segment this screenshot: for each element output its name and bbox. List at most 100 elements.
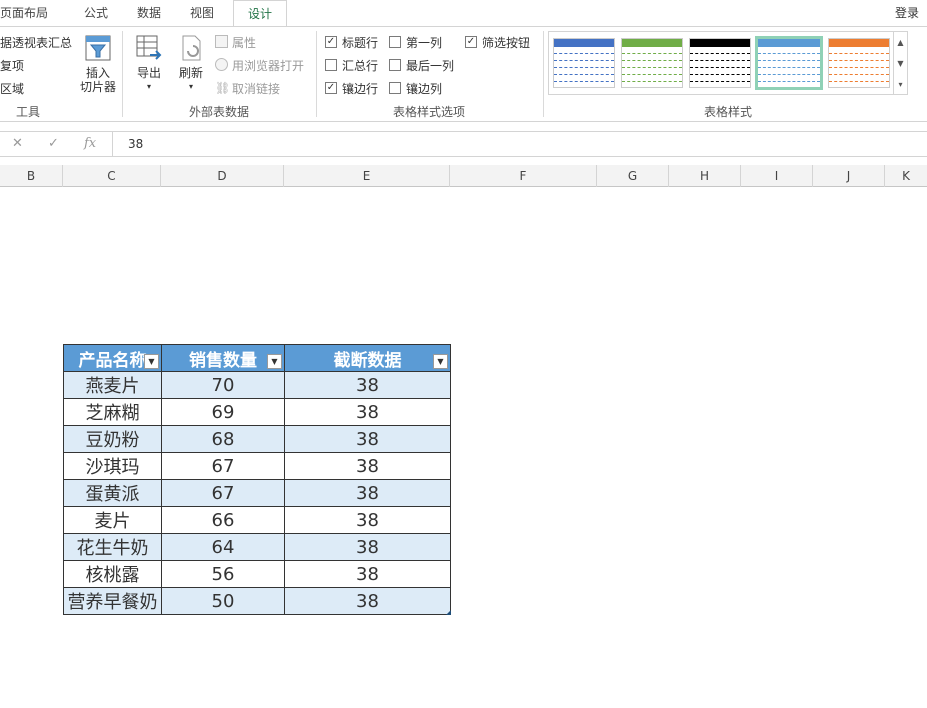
table-row: 核桃露 56 38 <box>63 560 451 588</box>
formula-input[interactable]: 38 <box>128 137 143 151</box>
table-row: 营养早餐奶 50 38 <box>63 587 451 615</box>
total-row-label: 汇总行 <box>342 59 379 73</box>
column-header-C[interactable]: C <box>63 165 161 187</box>
cancel-icon[interactable]: ✕ <box>12 136 23 151</box>
filter-dropdown-icon[interactable]: ▼ <box>267 354 282 369</box>
refresh-button[interactable]: 刷新 ▾ <box>174 33 208 94</box>
column-header-B[interactable]: B <box>0 165 63 187</box>
product-cell[interactable]: 蛋黄派 <box>63 479 162 507</box>
sales-cell[interactable]: 50 <box>161 587 285 615</box>
insert-slicer-button[interactable]: 插入 切片器 <box>78 33 118 94</box>
sales-cell[interactable]: 67 <box>161 452 285 480</box>
truncated-cell[interactable]: 38 <box>284 533 451 561</box>
product-cell[interactable]: 营养早餐奶 <box>63 587 162 615</box>
gallery-scroll-down[interactable]: ▼ <box>893 53 907 74</box>
column-header-D[interactable]: D <box>161 165 284 187</box>
enter-icon[interactable]: ✓ <box>48 136 59 151</box>
column-header-J[interactable]: J <box>813 165 885 187</box>
product-cell[interactable]: 麦片 <box>63 506 162 534</box>
truncated-cell[interactable]: 38 <box>284 398 451 426</box>
table-style-black[interactable] <box>689 38 751 88</box>
sales-cell[interactable]: 64 <box>161 533 285 561</box>
product-cell[interactable]: 豆奶粉 <box>63 425 162 453</box>
column-header-bar: B C D E F G H I J K <box>0 165 927 187</box>
column-header-E[interactable]: E <box>284 165 450 187</box>
truncated-cell[interactable]: 38 <box>284 452 451 480</box>
tab-data[interactable]: 数据 <box>137 0 161 27</box>
external-data-group-label: 外部表数据 <box>189 105 250 119</box>
total-row-checkbox[interactable] <box>325 59 337 71</box>
sales-cell[interactable]: 69 <box>161 398 285 426</box>
slicer-icon <box>85 35 111 61</box>
column-header-H[interactable]: H <box>669 165 741 187</box>
product-cell[interactable]: 芝麻糊 <box>63 398 162 426</box>
filter-dropdown-icon[interactable]: ▼ <box>144 354 159 369</box>
tab-design[interactable]: 设计 <box>233 0 288 27</box>
header-cell-product[interactable]: 产品名称 ▼ <box>63 344 162 372</box>
open-in-browser-button[interactable]: 用浏览器打开 <box>232 57 304 74</box>
truncated-cell[interactable]: 38 <box>284 560 451 588</box>
product-cell[interactable]: 花生牛奶 <box>63 533 162 561</box>
filter-button-label: 筛选按钮 <box>482 36 531 50</box>
first-column-checkbox[interactable] <box>389 36 401 48</box>
tab-view[interactable]: 视图 <box>190 0 214 27</box>
header-text: 截断数据 <box>333 350 402 371</box>
banded-rows-checkbox[interactable]: ✓ <box>325 82 337 94</box>
tab-page-layout[interactable]: 页面布局 <box>0 0 48 27</box>
unlink-button[interactable]: 取消链接 <box>232 80 280 97</box>
table-resize-handle[interactable] <box>446 610 451 615</box>
gallery-more-button[interactable]: ▾ <box>893 74 907 95</box>
gallery-scroll-up[interactable]: ▲ <box>893 32 907 53</box>
style-options-group-label: 表格样式选项 <box>393 105 466 119</box>
column-header-F[interactable]: F <box>450 165 597 187</box>
header-text: 产品名称 <box>78 350 147 371</box>
export-button[interactable]: 导出 ▾ <box>132 33 166 94</box>
column-header-G[interactable]: G <box>597 165 669 187</box>
properties-button[interactable]: 属性 <box>232 34 256 51</box>
table-style-blue[interactable] <box>553 38 615 88</box>
sales-cell[interactable]: 67 <box>161 479 285 507</box>
group-separator <box>122 31 123 117</box>
table-row: 燕麦片 70 38 <box>63 371 451 399</box>
properties-icon <box>215 35 228 48</box>
table-styles-group-label: 表格样式 <box>704 105 753 119</box>
column-header-I[interactable]: I <box>741 165 813 187</box>
truncated-cell[interactable]: 38 <box>284 371 451 399</box>
unlink-icon: ⛓ <box>215 81 231 95</box>
summarize-pivot-button[interactable]: 据透视表汇总 <box>0 34 72 51</box>
sales-cell[interactable]: 70 <box>161 371 285 399</box>
table-row: 沙琪玛 67 38 <box>63 452 451 480</box>
table-style-light-blue[interactable] <box>755 36 823 90</box>
product-cell[interactable]: 沙琪玛 <box>63 452 162 480</box>
filter-button-checkbox[interactable]: ✓ <box>465 36 477 48</box>
filter-dropdown-icon[interactable]: ▼ <box>433 354 448 369</box>
truncated-cell[interactable]: 38 <box>284 425 451 453</box>
table-style-orange[interactable] <box>828 38 890 88</box>
fx-icon[interactable]: fx <box>84 136 96 151</box>
table-style-green[interactable] <box>621 38 683 88</box>
banded-columns-checkbox[interactable] <box>389 82 401 94</box>
product-cell[interactable]: 核桃露 <box>63 560 162 588</box>
truncated-cell[interactable]: 38 <box>284 587 451 615</box>
table-row: 蛋黄派 67 38 <box>63 479 451 507</box>
convert-range-button[interactable]: 区域 <box>0 80 24 97</box>
remove-duplicates-button[interactable]: 复项 <box>0 57 24 74</box>
header-cell-sales[interactable]: 销售数量 ▼ <box>161 344 285 372</box>
header-row-checkbox[interactable]: ✓ <box>325 36 337 48</box>
header-text: 销售数量 <box>189 350 257 371</box>
formula-bar: ✕ ✓ fx 38 <box>0 131 927 157</box>
sales-cell[interactable]: 68 <box>161 425 285 453</box>
sales-cell[interactable]: 56 <box>161 560 285 588</box>
sales-cell[interactable]: 66 <box>161 506 285 534</box>
product-cell[interactable]: 燕麦片 <box>63 371 162 399</box>
login-link[interactable]: 登录 <box>895 0 919 27</box>
tools-group-label: 工具 <box>16 105 41 119</box>
group-separator <box>543 31 544 117</box>
tab-formulas[interactable]: 公式 <box>84 0 108 27</box>
column-header-K[interactable]: K <box>885 165 927 187</box>
header-cell-truncated[interactable]: 截断数据 ▼ <box>284 344 451 372</box>
browser-icon <box>215 58 228 71</box>
truncated-cell[interactable]: 38 <box>284 479 451 507</box>
last-column-checkbox[interactable] <box>389 59 401 71</box>
truncated-cell[interactable]: 38 <box>284 506 451 534</box>
